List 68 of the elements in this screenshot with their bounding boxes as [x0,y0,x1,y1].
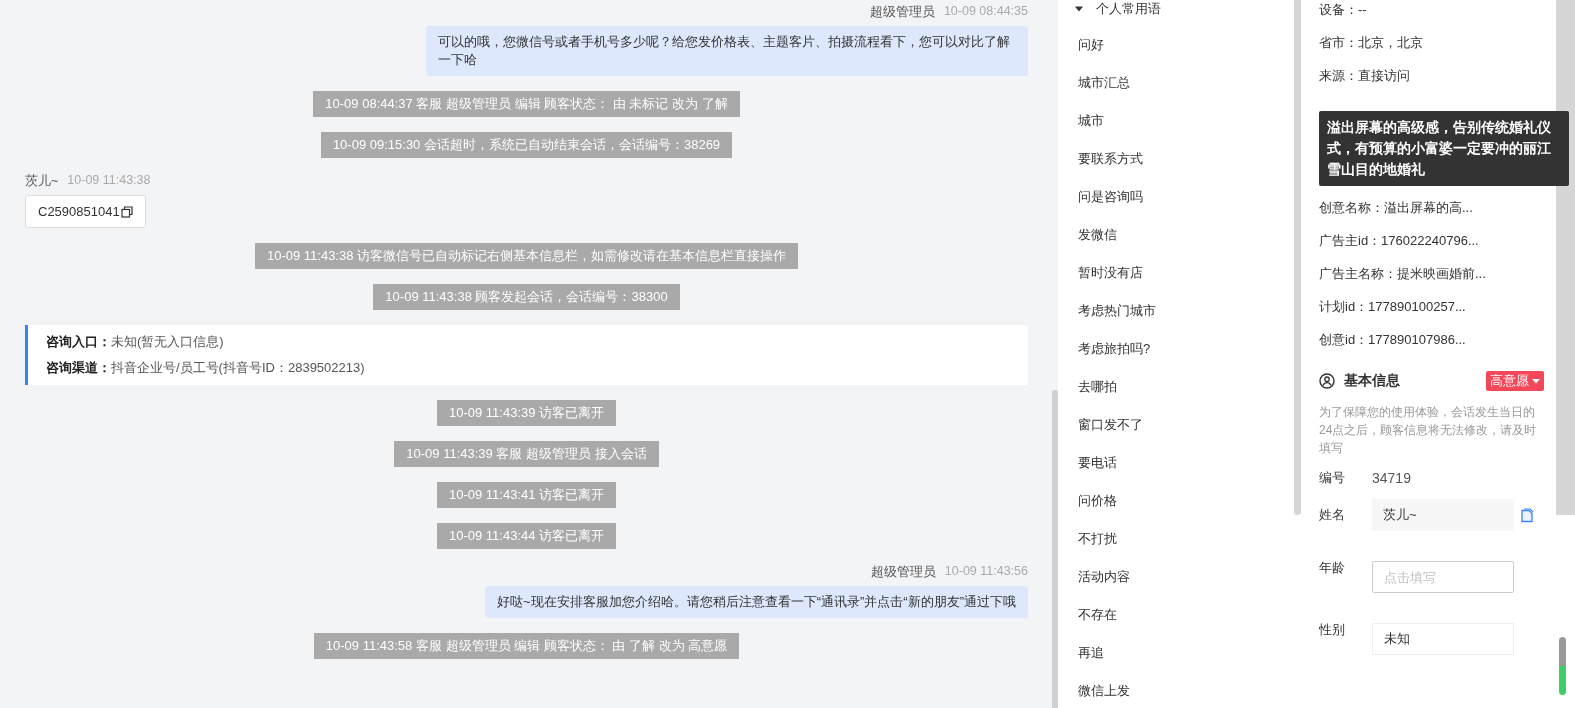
system-notice: 10-09 09:15:30 会话超时，系统已自动结束会话，会话编号：38269 [320,132,733,158]
phrase-item[interactable]: 城市汇总 [1078,56,1294,94]
phrase-item[interactable]: 问价格 [1078,474,1294,512]
phrase-item[interactable]: 窗口发不了 [1078,398,1294,436]
system-notice: 10-09 11:43:41 访客已离开 [436,482,617,508]
phrase-group-header[interactable]: 个人常用语 [1074,0,1294,18]
phrase-item[interactable]: 活动内容 [1078,550,1294,588]
info-row-text: 设备：-- [1319,1,1368,19]
status-dropdown[interactable]: 高意愿 [1486,371,1544,391]
phrase-item[interactable]: 考虑热门城市 [1078,284,1294,322]
gender-field[interactable]: 未知 [1372,623,1514,655]
entry-value: 抖音企业号/员工号(抖音号ID：2839502213) [111,360,365,375]
message-time: 10-09 11:43:56 [944,564,1028,580]
tooltip: 溢出屏幕的高级感，告别传统婚礼仪式，有预算的小富婆一定要冲的丽江雪山目的地婚礼 [1319,111,1569,186]
scrollbar-thumb[interactable] [1559,637,1566,695]
entry-label: 咨询入口： [46,334,111,349]
age-field[interactable]: 点击填写 [1372,561,1514,593]
phrase-item[interactable]: 要电话 [1078,436,1294,474]
phrase-item[interactable]: 去哪拍 [1078,360,1294,398]
system-notice: 10-09 11:43:38 顾客发起会话，会话编号：38300 [373,284,680,310]
field-label: 姓名 [1319,506,1346,524]
phrase-item[interactable]: 问好 [1078,18,1294,56]
system-notice: 10-09 11:43:44 访客已离开 [436,523,617,549]
field-label: 编号 [1319,469,1346,487]
entry-value: 未知(暂无入口信息) [111,334,224,349]
phrase-item[interactable]: 微信上发 [1078,664,1294,702]
user-icon [1319,373,1335,389]
message-bubble: 好哒~现在安排客服加您介绍哈。请您稍后注意查看一下“通讯录”并点击“新的朋友”通过下哦 [485,586,1028,618]
sender-name: 超级管理员 [870,564,936,581]
phrase-item[interactable]: 要联系方式 [1078,132,1294,170]
info-note: 为了保障您的使用体验，会话发生当日的24点之后，顾客信息将无法修改，请及时填写 [1319,404,1538,457]
info-row-text: 创意名称：溢出屏幕的高... [1319,199,1474,217]
phrase-item[interactable]: 考虑旅拍吗? [1078,322,1294,360]
system-notice: 10-09 11:43:39 访客已离开 [436,400,617,426]
phrase-item[interactable]: 不存在 [1078,588,1294,626]
entry-label: 咨询渠道： [46,360,111,375]
info-row-text: 省市：北京，北京 [1319,34,1424,52]
caret-icon [1074,4,1084,14]
message-text: C2590851041 [38,204,120,219]
sender-name: 超级管理员 [869,4,935,21]
copy-icon[interactable] [120,205,133,218]
system-notice: 10-09 08:44:37 客服 超级管理员 编辑 顾客状态： 由 未标记 改为 了解 [313,91,740,117]
scrollbar-thumb[interactable] [1052,390,1058,708]
phrase-item[interactable]: 暂时没有店 [1078,246,1294,284]
info-row-text: 广告主id：176022240796... [1319,232,1480,250]
caret-icon [1532,377,1540,385]
phrase-item[interactable]: 不打扰 [1078,512,1294,550]
field-label: 性别 [1319,621,1346,639]
info-row-text: 来源：直接访问 [1319,67,1411,85]
info-row-text: 计划id：177890100257... [1319,298,1467,316]
phrase-item[interactable]: 发微信 [1078,208,1294,246]
field-value: 34719 [1372,470,1411,486]
name-field[interactable]: 茨儿~ [1372,499,1514,531]
system-notice: 10-09 11:43:38 访客微信号已自动标记右侧基本信息栏，如需修改请在基本信息栏直接操作 [254,243,799,269]
phrase-item[interactable]: 问是咨询吗 [1078,170,1294,208]
section-title: 基本信息 [1344,372,1401,390]
message-time: 10-09 08:44:35 [943,4,1028,20]
scrollbar-thumb[interactable] [1294,0,1301,515]
message-bubble: 可以的哦，您微信号或者手机号多少呢？给您发价格表、主题客片、拍摄流程看下，您可以对比了解一下哈 [426,26,1028,76]
field-label: 年龄 [1319,559,1346,577]
phrase-item[interactable]: 再追 [1078,626,1294,664]
system-notice: 10-09 11:43:39 客服 超级管理员 接入会话 [394,441,659,467]
phrase-item[interactable]: 城市 [1078,94,1294,132]
info-row-text: 广告主名称：提米映画婚前... [1319,265,1487,283]
sender-name: 茨儿~ [25,173,59,190]
info-row-text: 创意id：177890107986... [1319,331,1467,349]
message-time: 10-09 11:43:38 [67,173,151,189]
system-notice: 10-09 11:43:58 客服 超级管理员 编辑 顾客状态： 由 了解 改为 高意愿 [313,633,740,659]
